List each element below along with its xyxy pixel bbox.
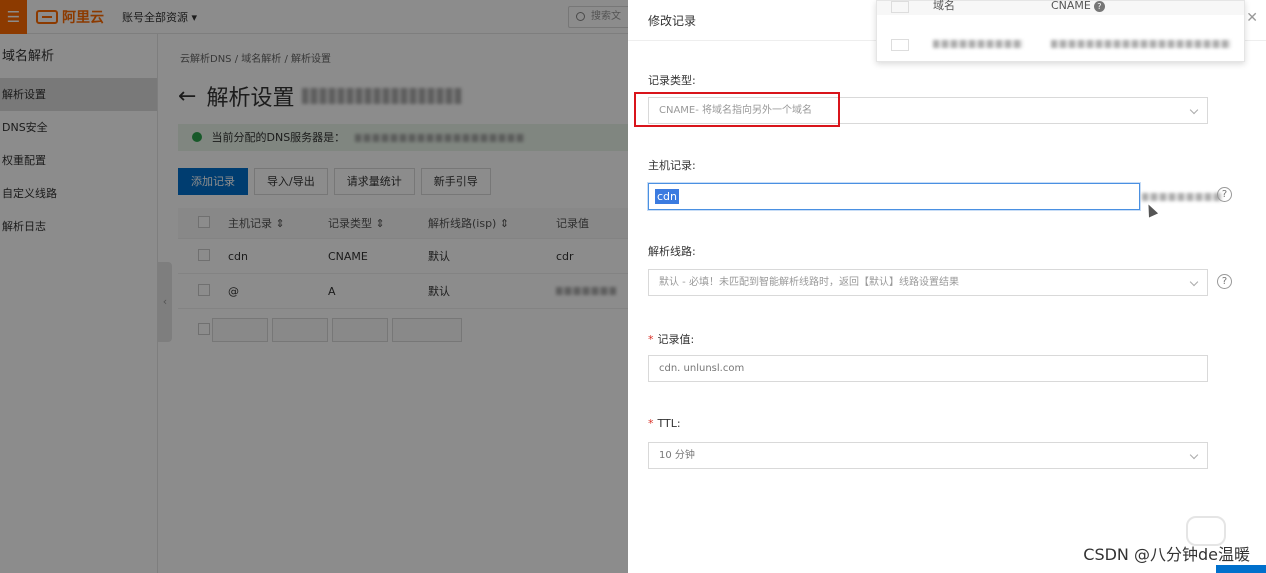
popup-cell-cname bbox=[1051, 38, 1231, 51]
record-value-input[interactable]: cdn. unlunsl.com bbox=[648, 355, 1208, 382]
resolve-line-select[interactable]: 默认 - 必填！未匹配到智能解析线路时，返回【默认】线路设置结果 bbox=[648, 269, 1208, 296]
popup-header: 域名 CNAME? bbox=[877, 0, 1244, 15]
host-record-label: 主机记录: bbox=[648, 159, 696, 172]
popup-col-cname: CNAME? bbox=[1051, 0, 1105, 12]
popup-checkbox[interactable] bbox=[891, 1, 909, 13]
csdn-watermark: CSDN @八分钟de温暖 bbox=[1083, 545, 1250, 564]
chevron-down-icon bbox=[1189, 450, 1199, 460]
ttl-label: * TTL: bbox=[648, 417, 681, 430]
cname-popup: 域名 CNAME? bbox=[876, 0, 1245, 62]
popup-checkbox[interactable] bbox=[891, 38, 909, 51]
mouse-cursor-icon bbox=[1143, 202, 1159, 218]
popup-row bbox=[877, 29, 1244, 60]
popup-col-domain: 域名 bbox=[933, 0, 955, 12]
resolve-line-label: 解析线路: bbox=[648, 245, 696, 258]
ttl-select[interactable]: 10 分钟 bbox=[648, 442, 1208, 469]
help-icon[interactable]: ? bbox=[1217, 187, 1232, 202]
resolve-line-value: 默认 - 必填！未匹配到智能解析线路时，返回【默认】线路设置结果 bbox=[659, 277, 959, 288]
ttl-value: 10 分钟 bbox=[659, 450, 695, 461]
highlight-box bbox=[634, 92, 840, 127]
blurred-domain-suffix bbox=[1142, 193, 1222, 201]
chevron-down-icon bbox=[1189, 277, 1199, 287]
record-value-text: cdn. unlunsl.com bbox=[659, 363, 745, 374]
bottom-action-strip[interactable] bbox=[1216, 565, 1266, 573]
record-value-label: * 记录值: bbox=[648, 333, 695, 346]
record-type-label: 记录类型: bbox=[648, 74, 696, 87]
host-record-value: cdn bbox=[655, 189, 680, 204]
help-icon[interactable]: ? bbox=[1093, 1, 1105, 12]
modal-overlay[interactable] bbox=[0, 0, 628, 573]
host-record-input[interactable]: cdn bbox=[648, 183, 1140, 210]
drawer-title: 修改记录 bbox=[648, 14, 697, 28]
popup-cell-domain bbox=[933, 38, 1051, 51]
help-icon[interactable]: ? bbox=[1217, 274, 1232, 289]
edit-record-drawer: 修改记录 ✕ 域名 CNAME? 记录类型: CNAME- 将域名指向另外一个域… bbox=[628, 0, 1266, 573]
chevron-down-icon bbox=[1189, 105, 1199, 115]
close-icon[interactable]: ✕ bbox=[1246, 10, 1258, 26]
